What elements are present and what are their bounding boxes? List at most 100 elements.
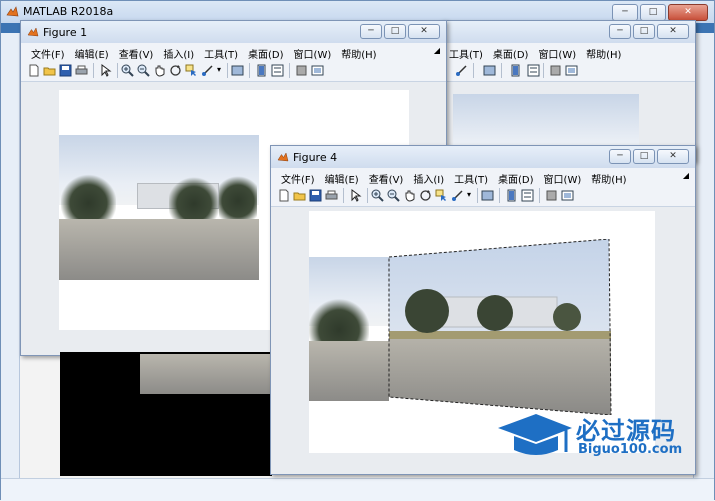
matlab-logo-icon	[27, 27, 39, 37]
menu-window[interactable]: 窗口(W)	[540, 168, 588, 186]
hide-tools-icon[interactable]	[295, 64, 308, 77]
menu-view[interactable]: 查看(V)	[115, 43, 160, 61]
menu-overflow-icon[interactable]: ◢	[683, 171, 689, 180]
menu-desktop[interactable]: 桌面(D)	[244, 43, 290, 61]
pan-icon[interactable]	[153, 64, 166, 77]
colorbar-icon[interactable]	[509, 64, 522, 77]
maximize-button[interactable]: □	[640, 4, 666, 21]
save-icon[interactable]	[59, 64, 72, 77]
stitched-photo-left	[309, 257, 389, 401]
graduation-cap-icon	[498, 414, 572, 455]
print-icon[interactable]	[325, 189, 338, 202]
close-button[interactable]: ✕	[657, 24, 689, 39]
campus-photo	[59, 135, 259, 280]
maximize-button[interactable]: □	[384, 24, 406, 39]
figure-1-menubar: 文件(F) 编辑(E) 查看(V) 插入(I) 工具(T) 桌面(D) 窗口(W…	[21, 43, 446, 61]
pointer-icon[interactable]	[99, 64, 112, 77]
menu-view[interactable]: 查看(V)	[365, 168, 410, 186]
rotate-icon[interactable]	[419, 189, 432, 202]
hide-tools-icon[interactable]	[549, 64, 562, 77]
hide-tools-icon[interactable]	[545, 189, 558, 202]
figure-1-title: Figure 1	[43, 26, 88, 39]
figure-1-toolbar: ▾	[21, 61, 446, 82]
close-button[interactable]: ✕	[657, 149, 689, 164]
zoom-out-icon[interactable]	[387, 189, 400, 202]
zoom-in-icon[interactable]	[121, 64, 134, 77]
figure-4-title: Figure 4	[293, 151, 338, 164]
colorbar-icon[interactable]	[255, 64, 268, 77]
zoom-out-icon[interactable]	[137, 64, 150, 77]
menu-help[interactable]: 帮助(H)	[587, 168, 632, 186]
menu-tools[interactable]: 工具(T)	[200, 43, 244, 61]
legend-icon[interactable]	[521, 189, 534, 202]
menu-window[interactable]: 窗口(W)	[290, 43, 338, 61]
menu-file[interactable]: 文件(F)	[27, 43, 71, 61]
data-cursor-icon[interactable]	[435, 189, 448, 202]
minimize-button[interactable]: ─	[609, 149, 631, 164]
menu-tools[interactable]: 工具(T)	[450, 168, 494, 186]
left-side-panel	[1, 33, 20, 501]
colorbar-icon[interactable]	[505, 189, 518, 202]
show-tools-icon[interactable]	[311, 64, 324, 77]
link-icon[interactable]	[231, 64, 244, 77]
brush-icon[interactable]	[451, 189, 464, 202]
rotate-icon[interactable]	[169, 64, 182, 77]
warped-image-ground	[140, 354, 272, 394]
legend-icon[interactable]	[527, 64, 540, 77]
save-icon[interactable]	[309, 189, 322, 202]
show-tools-icon[interactable]	[561, 189, 574, 202]
open-file-icon[interactable]	[43, 64, 56, 77]
show-tools-icon[interactable]	[565, 64, 578, 77]
menu-file[interactable]: 文件(F)	[277, 168, 321, 186]
menu-desktop[interactable]: 桌面(D)	[489, 43, 535, 61]
menu-help[interactable]: 帮助(H)	[582, 43, 627, 61]
close-button[interactable]: ✕	[668, 4, 708, 21]
open-file-icon[interactable]	[293, 189, 306, 202]
watermark-subtitle: Biguo100.com	[578, 442, 683, 457]
minimize-button[interactable]: ─	[609, 24, 631, 39]
figure-1-titlebar[interactable]: Figure 1 ─ □ ✕	[21, 21, 446, 43]
figure-4-menubar: 文件(F) 编辑(E) 查看(V) 插入(I) 工具(T) 桌面(D) 窗口(W…	[271, 168, 695, 186]
menu-tools[interactable]: 工具(T)	[445, 43, 489, 61]
pointer-icon[interactable]	[349, 189, 362, 202]
matlab-logo-icon	[277, 152, 289, 162]
status-bar	[1, 478, 714, 501]
menu-desktop[interactable]: 桌面(D)	[494, 168, 540, 186]
brush-dropdown-icon[interactable]: ▾	[217, 65, 221, 74]
right-side-panel	[693, 33, 714, 501]
menu-edit[interactable]: 编辑(E)	[321, 168, 365, 186]
legend-icon[interactable]	[271, 64, 284, 77]
brush-icon[interactable]	[201, 64, 214, 77]
zoom-in-icon[interactable]	[371, 189, 384, 202]
figure-window-background: ─ □ ✕ 工具(T) 桌面(D) 窗口(W) 帮助(H)	[440, 20, 696, 162]
data-cursor-icon[interactable]	[185, 64, 198, 77]
close-button[interactable]: ✕	[408, 24, 440, 39]
menu-insert[interactable]: 插入(I)	[409, 168, 450, 186]
brush-dropdown-icon[interactable]: ▾	[467, 190, 471, 199]
minimize-button[interactable]: ─	[612, 4, 638, 21]
link-icon[interactable]	[483, 64, 496, 77]
menu-help[interactable]: 帮助(H)	[337, 43, 382, 61]
maximize-button[interactable]: □	[633, 24, 655, 39]
menu-edit[interactable]: 编辑(E)	[71, 43, 115, 61]
main-window-title: MATLAB R2018a	[23, 5, 114, 18]
watermark-title: 必过源码	[576, 417, 676, 445]
brush-icon[interactable]	[455, 64, 468, 77]
maximize-button[interactable]: □	[633, 149, 655, 164]
figure-toolbar	[441, 61, 695, 82]
menu-overflow-icon[interactable]: ◢	[434, 46, 440, 55]
new-figure-icon[interactable]	[277, 189, 290, 202]
figure-titlebar-background[interactable]: ─ □ ✕	[441, 21, 695, 43]
link-icon[interactable]	[481, 189, 494, 202]
watermark: 必过源码 Biguo100.com	[496, 406, 696, 466]
new-figure-icon[interactable]	[27, 64, 40, 77]
menu-window[interactable]: 窗口(W)	[534, 43, 582, 61]
minimize-button[interactable]: ─	[360, 24, 382, 39]
menu-insert[interactable]: 插入(I)	[159, 43, 200, 61]
stitched-photo-right	[388, 239, 612, 415]
figure-4-titlebar[interactable]: Figure 4 ─ □ ✕	[271, 146, 695, 168]
pan-icon[interactable]	[403, 189, 416, 202]
matlab-logo-icon	[6, 6, 19, 17]
print-icon[interactable]	[75, 64, 88, 77]
menu-bar: 工具(T) 桌面(D) 窗口(W) 帮助(H)	[441, 43, 695, 61]
